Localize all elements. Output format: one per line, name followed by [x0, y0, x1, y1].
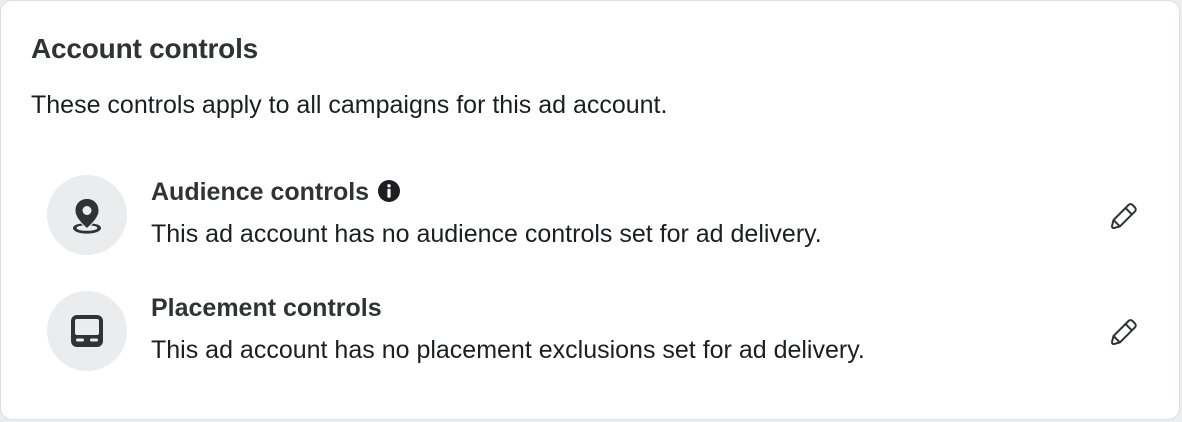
edit-audience-controls-button[interactable]	[1103, 197, 1143, 237]
audience-controls-heading: Audience controls	[151, 178, 401, 207]
pencil-icon	[1110, 203, 1137, 230]
audience-controls-row: Audience controls This ad account has no…	[47, 173, 1157, 255]
device-screen-icon	[47, 291, 127, 371]
info-icon[interactable]	[377, 179, 401, 203]
audience-controls-description: This ad account has no audience controls…	[151, 220, 822, 248]
placement-controls-row: Placement controls This ad account has n…	[47, 289, 1157, 371]
placement-controls-heading: Placement controls	[151, 294, 382, 323]
location-pin-icon	[47, 175, 127, 255]
edit-placement-controls-button[interactable]	[1103, 313, 1143, 353]
placement-controls-title: Placement controls	[151, 294, 382, 322]
account-controls-card: Account controls These controls apply to…	[0, 0, 1180, 420]
placement-controls-description: This ad account has no placement exclusi…	[151, 336, 865, 364]
section-subtitle: These controls apply to all campaigns fo…	[31, 91, 668, 119]
section-title: Account controls	[31, 33, 259, 64]
audience-controls-title: Audience controls	[151, 178, 370, 206]
pencil-icon	[1110, 319, 1137, 346]
